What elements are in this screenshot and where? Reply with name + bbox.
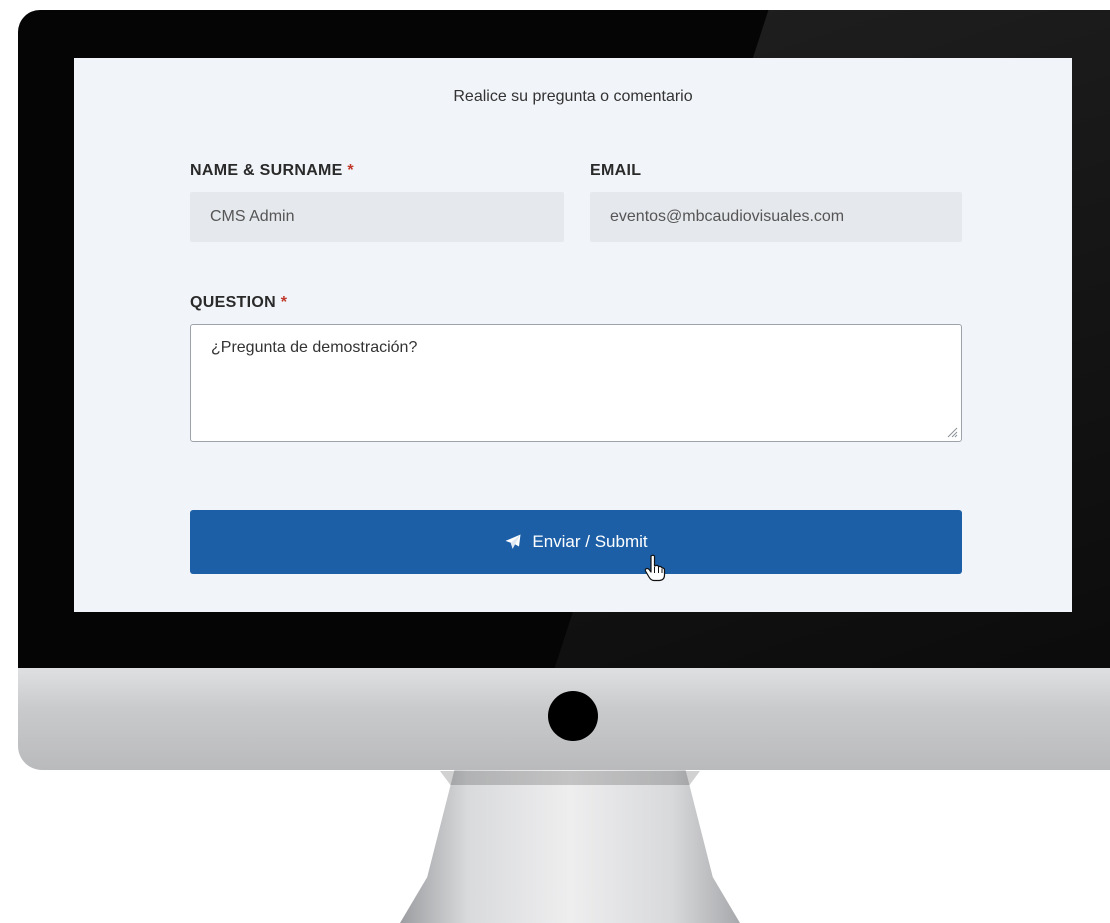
email-input[interactable] bbox=[590, 192, 962, 242]
name-required-mark: * bbox=[347, 162, 354, 179]
paper-plane-icon bbox=[505, 534, 521, 549]
resize-grip-icon[interactable] bbox=[946, 426, 958, 438]
imac-monitor: Realice su pregunta o comentario NAME & … bbox=[0, 0, 1110, 923]
email-label: EMAIL bbox=[590, 162, 642, 179]
name-label-text: NAME & SURNAME bbox=[190, 162, 343, 179]
question-label-text: QUESTION bbox=[190, 294, 276, 311]
screen: Realice su pregunta o comentario NAME & … bbox=[74, 58, 1072, 612]
hand-cursor-icon bbox=[644, 554, 666, 582]
form-title: Realice su pregunta o comentario bbox=[453, 88, 693, 105]
stand-shadow bbox=[440, 771, 700, 785]
question-label: QUESTION * bbox=[190, 294, 287, 312]
submit-button[interactable]: Enviar / Submit bbox=[190, 510, 962, 574]
name-label: NAME & SURNAME * bbox=[190, 162, 354, 180]
monitor-stand bbox=[400, 770, 740, 923]
name-input[interactable] bbox=[190, 192, 564, 242]
logo-dot bbox=[548, 691, 598, 741]
question-textarea[interactable]: ¿Pregunta de demostración? bbox=[190, 324, 962, 442]
question-required-mark: * bbox=[280, 294, 288, 311]
submit-label: Enviar / Submit bbox=[532, 532, 648, 551]
